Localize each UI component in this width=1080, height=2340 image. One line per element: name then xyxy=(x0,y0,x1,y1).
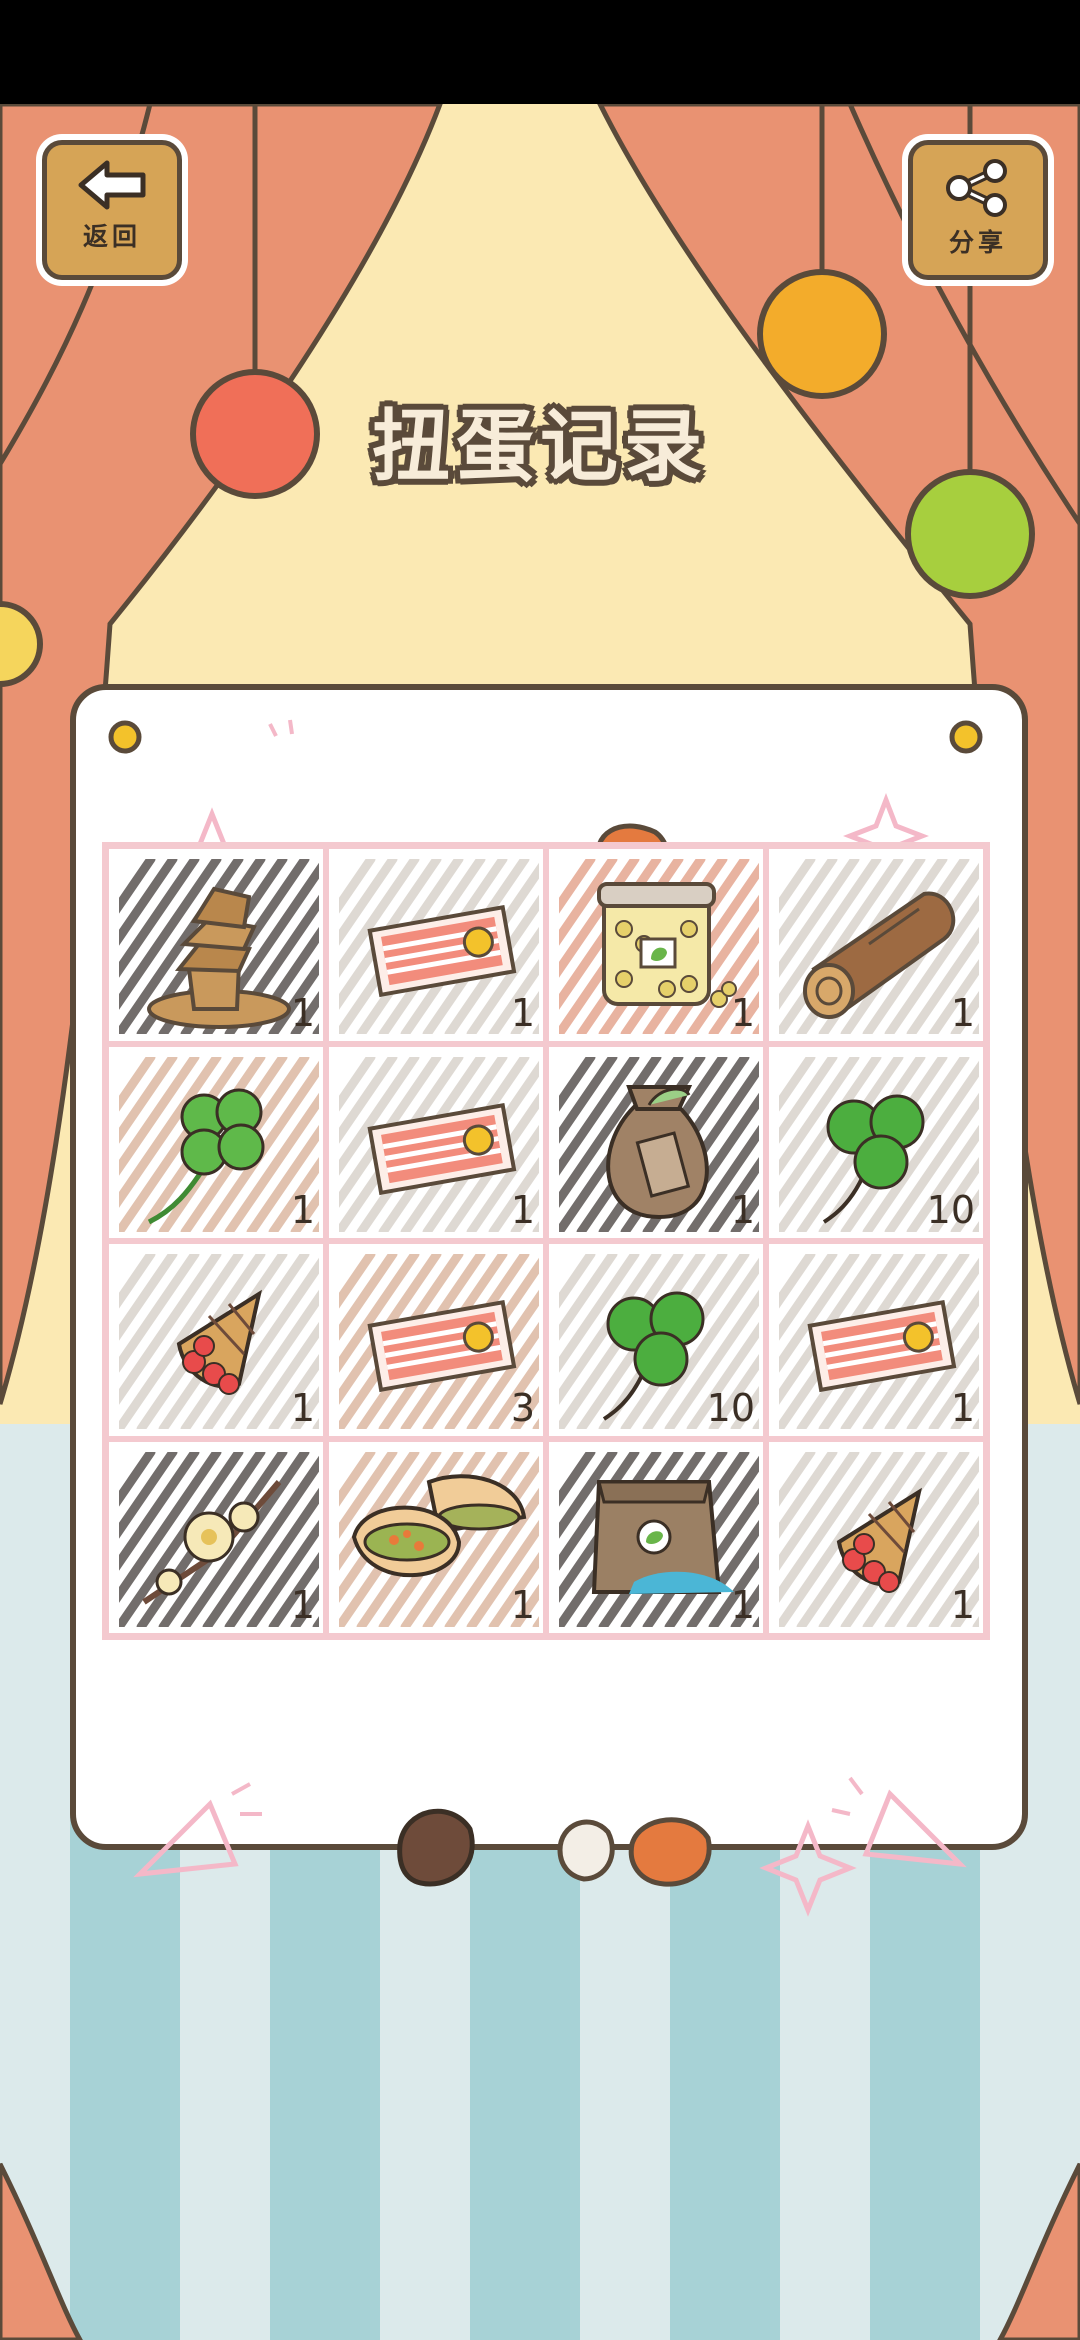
grid-cell-crepe[interactable]: 1 xyxy=(766,1438,986,1636)
item-count: 1 xyxy=(950,990,975,1035)
back-label: 返回 xyxy=(82,222,141,251)
item-count: 1 xyxy=(290,1188,315,1232)
share-button[interactable]: 分享 xyxy=(908,140,1048,280)
item-count: 1 xyxy=(510,1583,535,1627)
grid-cell-plum-blossom[interactable]: 1 xyxy=(106,1438,326,1636)
grid-cell-seed-bag[interactable]: 1 xyxy=(546,1043,766,1241)
grid-cell-four-leaf-clover[interactable]: 1 xyxy=(106,1043,326,1241)
grid-cell-clover[interactable]: 10 xyxy=(546,1241,766,1439)
status-bar xyxy=(0,0,1080,104)
grid-cell-pita-bread[interactable]: 1 xyxy=(326,1438,546,1636)
grid-cell-wooden-stack[interactable]: 1 xyxy=(106,846,326,1044)
grid-cell-ticket[interactable]: 3 xyxy=(326,1241,546,1439)
gacha-grid: 1 1 1 1 1 1 1 10 1 3 10 1 1 1 1 1 xyxy=(102,842,990,1640)
item-count: 1 xyxy=(290,1583,315,1627)
orange-ornament xyxy=(757,269,887,399)
item-count: 1 xyxy=(510,1188,535,1232)
item-count: 10 xyxy=(926,1188,975,1232)
item-count: 3 xyxy=(510,1385,535,1430)
gacha-record-screen: 返回 分享 扭蛋记录 1 1 1 1 1 1 1 10 1 3 10 1 1 1… xyxy=(0,104,1080,2340)
grid-cell-ticket[interactable]: 1 xyxy=(326,1043,546,1241)
item-count: 10 xyxy=(706,1385,755,1430)
back-button[interactable]: 返回 xyxy=(42,140,182,280)
item-count: 1 xyxy=(290,1385,315,1430)
page-title: 扭蛋记录 xyxy=(371,402,708,492)
grid-cell-ticket[interactable]: 1 xyxy=(326,846,546,1044)
item-count: 1 xyxy=(730,990,755,1035)
item-count: 1 xyxy=(290,990,315,1035)
grid-cell-ticket[interactable]: 1 xyxy=(766,1241,986,1439)
item-count: 1 xyxy=(950,1385,975,1430)
grid-cell-fertilizer-bag[interactable]: 1 xyxy=(546,1438,766,1636)
grid-cell-log[interactable]: 1 xyxy=(766,846,986,1044)
grid-cell-clover[interactable]: 10 xyxy=(766,1043,986,1241)
item-count: 1 xyxy=(510,990,535,1035)
item-count: 1 xyxy=(730,1583,755,1627)
arrow-left-icon xyxy=(78,160,146,210)
grid-cell-crepe[interactable]: 1 xyxy=(106,1241,326,1439)
item-count: 1 xyxy=(950,1583,975,1627)
item-count: 1 xyxy=(730,1188,755,1232)
share-icon xyxy=(946,159,1007,217)
grid-cell-bean-jar[interactable]: 1 xyxy=(546,846,766,1044)
share-label: 分享 xyxy=(948,228,1007,257)
